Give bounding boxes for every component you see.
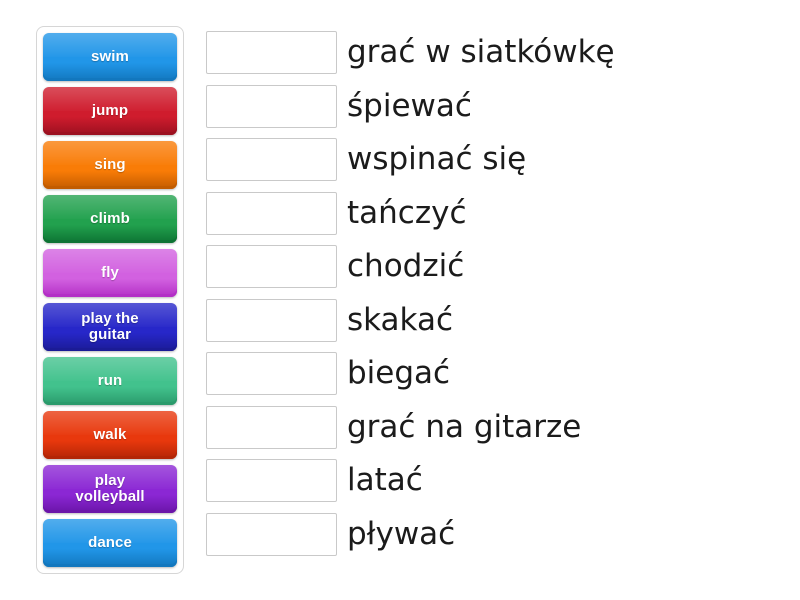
answer-row: śpiewać (206, 80, 786, 134)
prompt-text: wspinać się (347, 141, 527, 178)
word-tile-label: jump (91, 101, 129, 119)
answer-row: grać w siatkówkę (206, 26, 786, 80)
answer-drop-box[interactable] (206, 405, 337, 449)
answer-row: chodzić (206, 240, 786, 294)
prompt-text: grać w siatkówkę (347, 34, 615, 71)
word-tile-label: climb (90, 209, 130, 227)
prompt-text: latać (347, 462, 423, 499)
word-tile[interactable]: run (43, 357, 177, 405)
answer-drop-box[interactable] (206, 31, 337, 75)
answer-list: grać w siatkówkę śpiewać wspinać się tańczy… (206, 26, 786, 561)
prompt-text: śpiewać (347, 87, 472, 124)
answer-drop-box[interactable] (206, 138, 337, 182)
word-tile-label: play volleyball (75, 471, 145, 505)
word-tile[interactable]: climb (43, 195, 177, 243)
answer-drop-box[interactable] (206, 298, 337, 342)
answer-row: skakać (206, 294, 786, 348)
answer-row: latać (206, 454, 786, 508)
word-tile-label: sing (94, 155, 126, 173)
word-tile-label: swim (91, 47, 129, 65)
word-tile[interactable]: walk (43, 411, 177, 459)
answer-row: tańczyć (206, 187, 786, 241)
answer-drop-box[interactable] (206, 459, 337, 503)
answer-row: wspinać się (206, 133, 786, 187)
word-tile[interactable]: fly (43, 249, 177, 297)
word-tile-label: run (97, 371, 123, 389)
word-tile[interactable]: jump (43, 87, 177, 135)
word-tile[interactable]: swim (43, 33, 177, 81)
answer-drop-box[interactable] (206, 352, 337, 396)
word-tile[interactable]: dance (43, 519, 177, 567)
matching-exercise: swim jump sing climb fly play the guitar run wa… (0, 0, 800, 600)
word-bank-panel: swim jump sing climb fly play the guitar run wa… (36, 26, 184, 574)
answer-row: grać na gitarze (206, 401, 786, 455)
answer-drop-box[interactable] (206, 512, 337, 556)
answer-row: biegać (206, 347, 786, 401)
word-tile[interactable]: play volleyball (43, 465, 177, 513)
answer-drop-box[interactable] (206, 191, 337, 235)
answer-drop-box[interactable] (206, 245, 337, 289)
word-tile-label: walk (93, 425, 127, 443)
prompt-text: grać na gitarze (347, 408, 582, 445)
word-tile-label: fly (101, 263, 119, 281)
word-tile-label: play the guitar (81, 309, 139, 343)
answer-drop-box[interactable] (206, 84, 337, 128)
prompt-text: pływać (347, 515, 456, 552)
word-tile-label: dance (88, 533, 132, 551)
prompt-text: chodzić (347, 248, 465, 285)
prompt-text: biegać (347, 355, 451, 392)
answer-row: pływać (206, 508, 786, 562)
prompt-text: skakać (347, 301, 454, 338)
prompt-text: tańczyć (347, 194, 467, 231)
word-tile[interactable]: play the guitar (43, 303, 177, 351)
word-tile[interactable]: sing (43, 141, 177, 189)
